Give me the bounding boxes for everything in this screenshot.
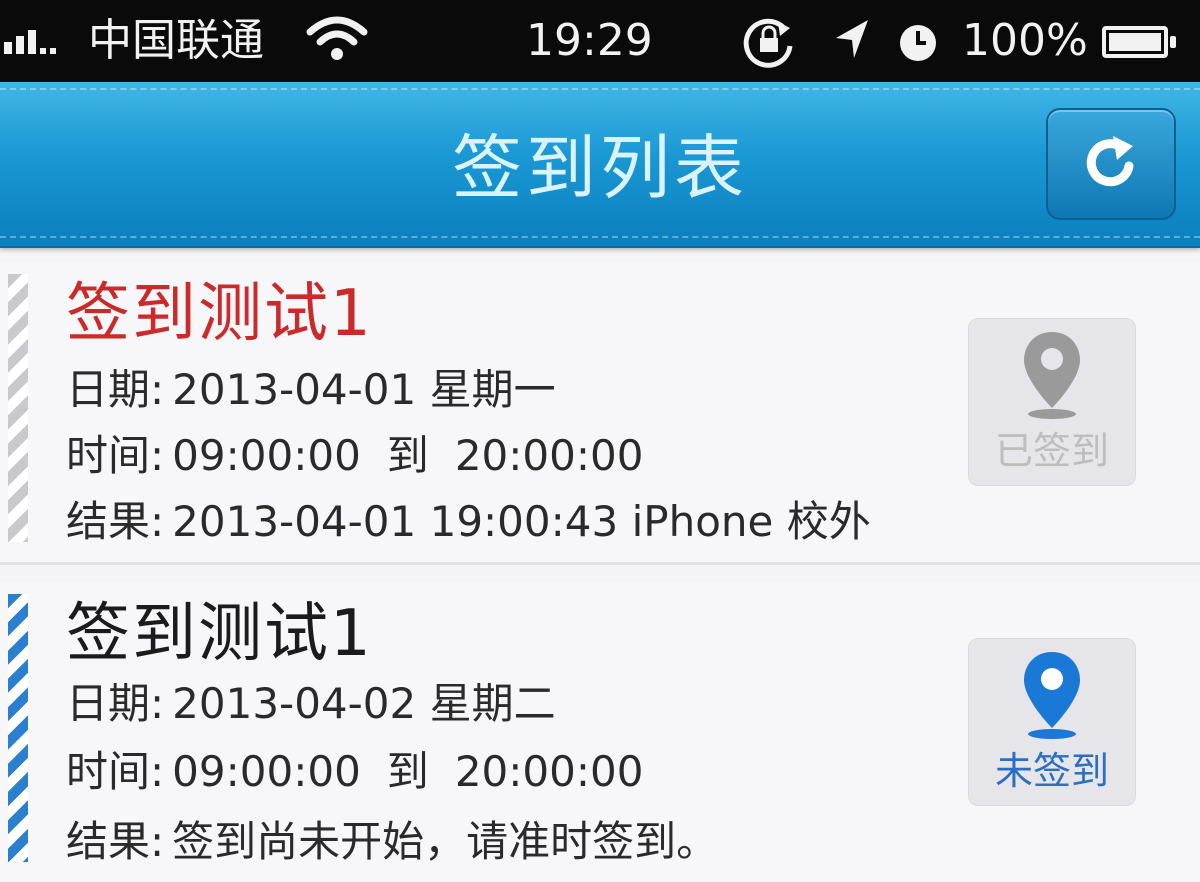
time-label: 时间: bbox=[66, 431, 165, 480]
signal-icon bbox=[4, 30, 60, 60]
page-title: 签到列表 bbox=[452, 127, 748, 209]
list-item[interactable]: 签到测试1 日期: 2013-04-02 星期二 时间: 09:00:00 到 20:0… bbox=[0, 582, 1200, 882]
time-label: 时间: bbox=[66, 747, 165, 796]
item-status-stripe bbox=[8, 274, 28, 542]
item-title: 签到测试1 bbox=[66, 597, 373, 671]
result-row: 结果: 2013-04-01 19:00:43 iPhone 校外 bbox=[66, 494, 871, 550]
refresh-button[interactable] bbox=[1046, 108, 1176, 220]
alarm-icon bbox=[898, 20, 938, 78]
time-start: 09:00:00 bbox=[172, 747, 361, 796]
item-status-stripe bbox=[8, 594, 28, 862]
date-label: 日期: bbox=[66, 679, 165, 728]
time-to: 到 bbox=[386, 747, 429, 796]
rotation-lock-icon bbox=[740, 16, 798, 83]
time-start: 09:00:00 bbox=[172, 431, 361, 480]
clock-time: 19:29 bbox=[526, 15, 653, 66]
result-value: 签到尚未开始，请准时签到。 bbox=[172, 817, 719, 866]
carrier-name: 中国联通 bbox=[88, 15, 264, 66]
check-in-button[interactable]: 未签到 bbox=[968, 638, 1136, 806]
checked-in-button[interactable]: 已签到 bbox=[968, 318, 1136, 486]
date-value: 2013-04-01 星期一 bbox=[172, 365, 556, 414]
date-row: 日期: 2013-04-02 星期二 bbox=[66, 676, 556, 732]
wifi-icon bbox=[306, 14, 368, 81]
date-value: 2013-04-02 星期二 bbox=[172, 679, 556, 728]
nav-bar: 签到列表 bbox=[0, 82, 1200, 248]
result-label: 结果: bbox=[66, 817, 165, 866]
result-row: 结果: 签到尚未开始，请准时签到。 bbox=[66, 814, 718, 870]
date-label: 日期: bbox=[66, 365, 165, 414]
divider bbox=[0, 562, 1200, 565]
time-end: 20:00:00 bbox=[454, 431, 644, 480]
date-row: 日期: 2013-04-01 星期一 bbox=[66, 362, 556, 418]
result-value: 2013-04-01 19:00:43 iPhone 校外 bbox=[172, 497, 871, 546]
map-pin-icon bbox=[1018, 648, 1086, 748]
location-arrow-icon bbox=[832, 18, 872, 77]
battery-percent: 100% bbox=[962, 15, 1088, 66]
map-pin-icon bbox=[1018, 328, 1086, 428]
battery-icon bbox=[1102, 26, 1176, 58]
result-label: 结果: bbox=[66, 497, 165, 546]
item-title: 签到测试1 bbox=[66, 277, 373, 351]
time-end: 20:00:00 bbox=[454, 747, 644, 796]
refresh-icon bbox=[1079, 130, 1143, 198]
list-item[interactable]: 签到测试1 日期: 2013-04-01 星期一 时间: 09:00:00 到 20:0… bbox=[0, 262, 1200, 562]
status-label: 未签到 bbox=[994, 749, 1109, 793]
time-row: 时间: 09:00:00 到 20:00:00 bbox=[66, 428, 643, 484]
time-to: 到 bbox=[386, 431, 429, 480]
status-bar: 中国联通 19:29 100% bbox=[0, 0, 1200, 82]
status-label: 已签到 bbox=[994, 429, 1109, 473]
time-row: 时间: 09:00:00 到 20:00:00 bbox=[66, 744, 643, 800]
